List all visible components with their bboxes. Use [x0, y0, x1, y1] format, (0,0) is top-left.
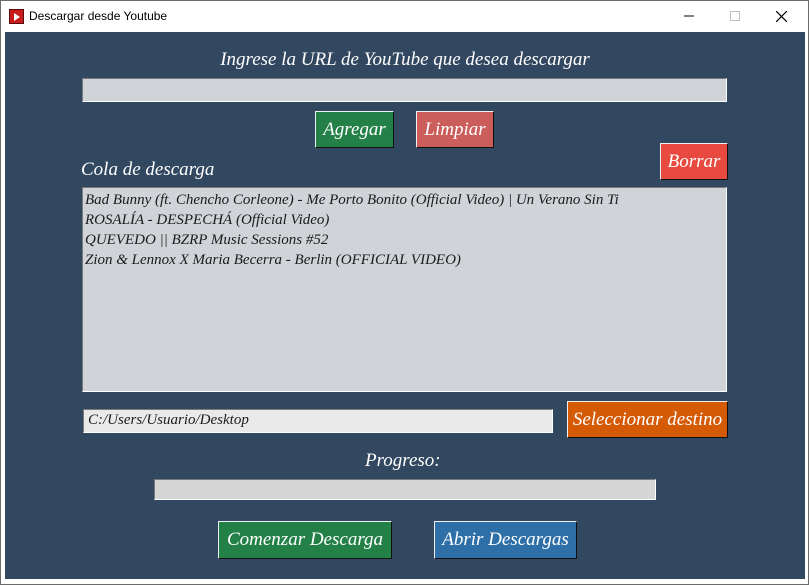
- start-download-button[interactable]: Comenzar Descarga: [218, 521, 392, 559]
- minimize-icon: [684, 15, 694, 17]
- queue-label: Cola de descarga: [81, 159, 215, 180]
- progress-label: Progreso:: [365, 450, 441, 471]
- queue-item[interactable]: QUEVEDO || BZRP Music Sessions #52: [85, 230, 724, 250]
- url-label: Ingrese la URL de YouTube que desea desc…: [220, 49, 590, 70]
- close-button[interactable]: [758, 1, 804, 31]
- close-icon: [775, 10, 787, 22]
- url-input[interactable]: [82, 78, 727, 102]
- window-title: Descargar desde Youtube: [29, 9, 168, 23]
- maximize-button[interactable]: [712, 1, 758, 31]
- minimize-button[interactable]: [666, 1, 712, 31]
- maximize-icon: [730, 11, 740, 21]
- title-bar[interactable]: Descargar desde Youtube: [1, 1, 808, 31]
- youtube-icon: [9, 9, 24, 24]
- main-panel: Ingrese la URL de YouTube que desea desc…: [5, 32, 805, 579]
- app-window: Descargar desde Youtube Ingrese la URL d…: [0, 0, 809, 585]
- queue-item[interactable]: Bad Bunny (ft. Chencho Corleone) - Me Po…: [85, 190, 724, 210]
- clear-button[interactable]: Limpiar: [416, 111, 494, 148]
- download-queue-list[interactable]: Bad Bunny (ft. Chencho Corleone) - Me Po…: [82, 187, 727, 392]
- queue-item[interactable]: Zion & Lennox X Maria Becerra - Berlin (…: [85, 250, 724, 270]
- progress-bar: [154, 479, 656, 500]
- add-button[interactable]: Agregar: [315, 111, 394, 148]
- open-downloads-button[interactable]: Abrir Descargas: [434, 521, 577, 559]
- delete-button[interactable]: Borrar: [660, 143, 728, 180]
- select-destination-button[interactable]: Seleccionar destino: [567, 401, 728, 438]
- queue-item[interactable]: ROSALÍA - DESPECHÁ (Official Video): [85, 210, 724, 230]
- destination-path-value: C:/Users/Usuario/Desktop: [88, 412, 249, 428]
- destination-path-field[interactable]: C:/Users/Usuario/Desktop: [83, 409, 553, 433]
